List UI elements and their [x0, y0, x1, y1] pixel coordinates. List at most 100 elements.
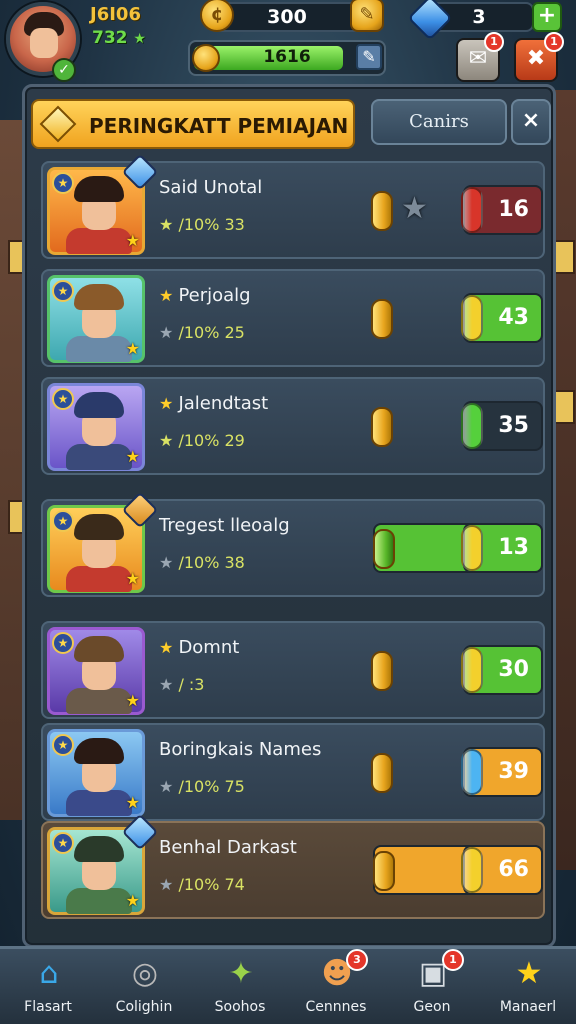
tab-button[interactable]: Canirs — [371, 99, 507, 145]
stat-star-icon: ★ — [159, 323, 179, 342]
stat-star-icon: ★ — [159, 675, 179, 694]
nav-label: Cennnes — [305, 999, 367, 1015]
rank-emblem-icon: ★ — [52, 734, 74, 756]
mail-notification-badge: 1 — [484, 32, 504, 52]
star-icon: ★ — [125, 569, 140, 588]
leaderboard-row[interactable]: ★ ★ Tregest lleoalg ★ /10% 38 13 — [41, 491, 545, 597]
player-stat-value: /10% 29 — [178, 431, 245, 450]
player-name-text: Domnt — [178, 637, 240, 658]
nav-item-device[interactable]: ▣ 1 Geon — [384, 949, 480, 1024]
portrait-body — [66, 790, 132, 816]
nav-notification-badge: 1 — [442, 949, 464, 971]
player-portrait: ★ ★ — [47, 627, 145, 715]
grey-star-icon: ★ — [401, 191, 428, 226]
player-stat: ★ /10% 75 — [159, 777, 245, 796]
score-star-icon: ★ — [133, 31, 146, 47]
score-value: 16 — [498, 197, 529, 222]
player-name-text: Tregest lleoalg — [159, 515, 290, 536]
player-stat: ★ /10% 25 — [159, 323, 245, 342]
player-name: ★ Perjoalg — [159, 285, 251, 306]
star-icon: ★ — [125, 793, 140, 812]
player-score-value: 732 — [92, 28, 128, 48]
star-icon: ★ — [125, 231, 140, 250]
star-icon: ★ — [125, 691, 140, 710]
stat-star-icon: ★ — [159, 777, 179, 796]
name-star-icon: ★ — [159, 638, 179, 657]
score-value: 13 — [498, 535, 529, 560]
avatar-face — [30, 28, 58, 58]
player-name: ★ Jalendtast — [159, 393, 268, 414]
player-portrait: ★ ★ — [47, 383, 145, 471]
rank-indicator-pill — [461, 647, 483, 693]
nav-label: Flasart — [24, 999, 72, 1015]
player-score: 732 ★ — [92, 28, 146, 48]
player-name-text: Perjoalg — [178, 285, 251, 306]
rank-indicator-pill — [461, 295, 483, 341]
portrait-body — [66, 228, 132, 254]
coin-token-icon — [371, 651, 393, 691]
rank-emblem-icon: ★ — [52, 632, 74, 654]
rank-indicator-pill — [461, 403, 483, 449]
stat-star-icon: ★ — [159, 431, 179, 450]
leaderboard-row[interactable]: ★ ★ ★ Domnt ★ / :3 30 — [41, 621, 545, 719]
player-name-text: Said Unotal — [159, 177, 263, 198]
coin-shop-icon[interactable]: ✎ — [350, 0, 384, 32]
portrait-hair — [74, 392, 124, 418]
stat-star-icon: ★ — [159, 875, 179, 894]
player-stat-value: / :3 — [178, 675, 205, 694]
nav-item-character[interactable]: ☻ 3 Cennnes — [288, 949, 384, 1024]
xp-edit-icon[interactable]: ✎ — [356, 44, 382, 70]
player-stat-value: /10% 33 — [178, 215, 245, 234]
rank-emblem-icon: ★ — [52, 172, 74, 194]
portrait-body — [66, 444, 132, 470]
check-badge-icon: ✓ — [52, 58, 76, 82]
player-portrait: ★ ★ — [47, 275, 145, 363]
player-name-text: Jalendtast — [178, 393, 269, 414]
leaderboard-row[interactable]: ★ ★ Said Unotal ★ /10% 33 ★ 16 — [41, 153, 545, 259]
player-portrait: ★ ★ — [47, 729, 145, 817]
stat-star-icon: ★ — [159, 553, 179, 572]
rank-indicator-pill — [461, 187, 483, 233]
coin-token-icon — [373, 851, 395, 891]
portrait-body — [66, 566, 132, 592]
nav-label: Manaerl — [499, 999, 557, 1015]
leaderboard-row[interactable]: ★ ★ Benhal Darkast ★ /10% 74 66 — [41, 813, 545, 919]
rank-indicator-pill — [461, 525, 483, 571]
leaderboard-title: PERINGKATT PEMIAJAN — [89, 114, 349, 138]
player-stat: ★ /10% 33 — [159, 215, 245, 234]
player-name: Boringkais Names — [159, 739, 321, 760]
bottom-navigation: ⌂ Flasart ◎ Colighin ✦ Soohos ☻ 3 Cennnes ▣ 1 Geon ★… — [0, 946, 576, 1024]
player-name: Benhal Darkast — [159, 837, 297, 858]
rank-emblem-icon: ★ — [52, 280, 74, 302]
portrait-hair — [74, 514, 124, 540]
add-gems-button[interactable]: + — [532, 2, 562, 32]
star-icon: ★ — [125, 339, 140, 358]
close-icon: ✖ — [526, 46, 546, 71]
nav-item-home[interactable]: ⌂ Flasart — [0, 949, 96, 1024]
diamond-icon — [39, 105, 77, 143]
coin-value: 300 — [267, 6, 307, 28]
score-value: 66 — [498, 857, 529, 882]
rank-indicator-pill — [461, 847, 483, 893]
coin-counter: 300 — [212, 2, 362, 32]
player-stat: ★ /10% 38 — [159, 553, 245, 572]
star-icon: ★ — [125, 447, 140, 466]
leaderboard-row[interactable]: ★ ★ ★ Jalendtast ★ /10% 29 35 — [41, 377, 545, 475]
score-value: 35 — [498, 413, 529, 438]
nav-notification-badge: 3 — [346, 949, 368, 971]
leaderboard-row[interactable]: ★ ★ Boringkais Names ★ /10% 75 39 — [41, 723, 545, 821]
panel-close-button[interactable]: × — [511, 99, 551, 145]
player-name: ★ Domnt — [159, 637, 239, 658]
player-stat-value: /10% 74 — [178, 875, 245, 894]
background-window — [553, 240, 575, 274]
coin-token-icon — [371, 299, 393, 339]
portrait-body — [66, 336, 132, 362]
name-star-icon: ★ — [159, 286, 179, 305]
player-name-text: Boringkais Names — [159, 739, 322, 760]
player-stat: ★ / :3 — [159, 675, 204, 694]
nav-item-search[interactable]: ◎ Colighin — [96, 949, 192, 1024]
portrait-hair — [74, 836, 124, 862]
leaderboard-row[interactable]: ★ ★ ★ Perjoalg ★ /10% 25 43 — [41, 269, 545, 367]
nav-item-star[interactable]: ★ Manaerl — [480, 949, 576, 1024]
nav-item-tools[interactable]: ✦ Soohos — [192, 949, 288, 1024]
